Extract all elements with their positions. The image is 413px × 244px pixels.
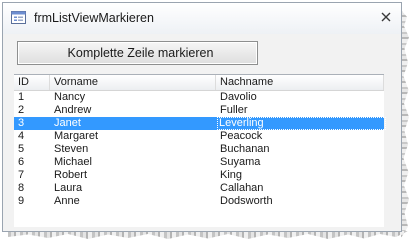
cell-vorname: Nancy (54, 91, 86, 103)
cell-id: 2 (18, 104, 25, 116)
list-row[interactable]: 9 Anne Dodsworth (14, 195, 384, 208)
cell-vorname: Andrew (54, 104, 92, 116)
list-row[interactable]: 1 Nancy Davolio (14, 91, 384, 104)
list-row[interactable]: 8 Laura Callahan (14, 182, 384, 195)
cell-vorname: Margaret (54, 130, 99, 142)
column-header-id[interactable]: ID (14, 75, 50, 90)
column-header-nachname[interactable]: Nachname (216, 75, 384, 90)
form-body: Komplette Zeile markieren ID Vorname Nac… (3, 34, 401, 231)
cell-id: 6 (18, 156, 25, 168)
cell-nachname: Callahan (220, 182, 264, 194)
list-row[interactable]: 5 Steven Buchanan (14, 143, 384, 156)
close-icon[interactable] (379, 11, 393, 23)
list-row-selected[interactable]: 3 Janet Leverling (14, 117, 386, 130)
cell-nachname: Leverling (217, 117, 386, 130)
list-row[interactable]: 6 Michael Suyama (14, 156, 384, 169)
cell-nachname: Peacock (220, 130, 263, 142)
list-header: ID Vorname Nachname (14, 75, 384, 91)
cell-id: 4 (18, 130, 25, 142)
mark-full-row-button[interactable]: Komplette Zeile markieren (17, 41, 258, 65)
cell-id: 7 (18, 169, 25, 181)
cell-nachname: King (220, 169, 243, 181)
cell-id: 5 (18, 143, 25, 155)
cell-vorname: Anne (54, 195, 80, 207)
cell-vorname: Robert (54, 169, 88, 181)
cell-vorname: Michael (54, 156, 92, 168)
cell-vorname: Janet (54, 117, 81, 129)
cell-nachname: Dodsworth (220, 195, 273, 207)
cell-vorname: Laura (54, 182, 83, 194)
torn-edge-bottom (8, 231, 408, 239)
list-row[interactable]: 7 Robert King (14, 169, 384, 182)
window-title: frmListViewMarkieren (34, 11, 154, 25)
cell-nachname: Suyama (220, 156, 261, 168)
cell-vorname: Steven (54, 143, 89, 155)
cell-id: 8 (18, 182, 25, 194)
torn-edge-right (401, 10, 409, 238)
title-bar[interactable]: frmListViewMarkieren (3, 3, 401, 34)
cell-id: 1 (18, 91, 25, 103)
cell-nachname: Buchanan (220, 143, 270, 155)
list-view[interactable]: ID Vorname Nachname 1 Nancy Davolio 2 An… (14, 74, 386, 227)
mark-full-row-label: Komplette Zeile markieren (67, 46, 214, 60)
cell-id: 9 (18, 195, 25, 207)
form-window-icon (11, 11, 26, 24)
cell-nachname: Davolio (220, 91, 257, 103)
list-row[interactable]: 4 Margaret Peacock (14, 130, 384, 143)
cell-id: 3 (18, 117, 25, 129)
cell-nachname: Fuller (220, 104, 248, 116)
form-window: frmListViewMarkieren Komplette Zeile mar… (2, 2, 402, 232)
column-header-vorname[interactable]: Vorname (50, 75, 216, 90)
list-row[interactable]: 2 Andrew Fuller (14, 104, 384, 117)
